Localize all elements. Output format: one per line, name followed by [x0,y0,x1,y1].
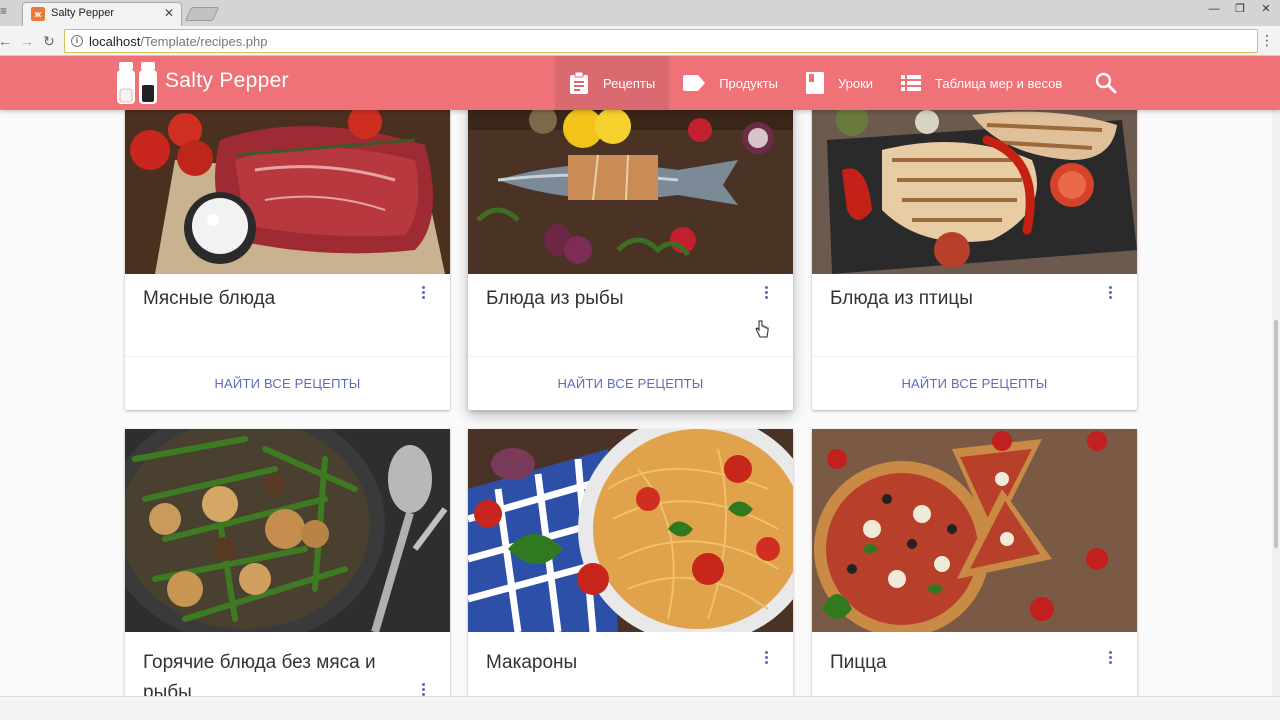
card-title: Горячие блюда без мяса и рыбы [143,652,376,696]
restore-icon[interactable]: ❐ [1232,2,1248,16]
card-divider [125,356,450,357]
category-card-pizza[interactable]: Пицца [812,429,1137,696]
nav-label-measures: Таблица мер и весов [935,75,1063,91]
card-title: Макароны [486,652,578,673]
nav-label-lessons: Уроки [837,75,874,91]
category-card-vegetarian[interactable]: Горячие блюда без мяса и рыбы [125,429,450,696]
card-image-poultry[interactable] [812,110,1137,274]
find-all-recipes-link[interactable]: НАЙТИ ВСЕ РЕЦЕПТЫ [812,376,1137,391]
category-card-fish[interactable]: Блюда из рыбы НАЙТИ ВСЕ РЕЦЕПТЫ [468,110,793,410]
window-controls: — ❐ ✕ [1206,2,1274,16]
more-vert-icon[interactable] [761,651,771,667]
find-all-recipes-link[interactable]: НАЙТИ ВСЕ РЕЦЕПТЫ [125,376,450,391]
close-tab-icon[interactable]: ✕ [164,6,174,20]
nav-item-recipes[interactable]: Рецепты [555,56,670,110]
card-image-fish[interactable] [468,110,793,274]
nav-item-measures[interactable]: Таблица мер и весов [887,56,1076,110]
list-table-icon [901,75,922,91]
address-bar[interactable]: i localhost/Template/recipes.php [64,29,1258,53]
new-tab-button[interactable] [184,7,220,21]
clipboard-icon [569,72,589,94]
hand-cursor-icon [755,320,769,338]
card-title: Блюда из птицы [830,288,973,309]
nav-item-lessons[interactable]: Уроки [792,56,887,110]
card-divider [812,356,1137,357]
card-title: Мясные блюда [143,288,276,309]
card-title: Пицца [830,652,887,673]
url-path: /Template/recipes.php [140,34,268,49]
nav-item-products[interactable]: Продукты [669,56,792,110]
recipes-page: Мясные блюда НАЙТИ ВСЕ РЕЦЕПТЫ Блюда из … [0,110,1272,696]
salt-pepper-logo-icon[interactable] [114,59,160,107]
more-vert-icon[interactable] [418,683,428,696]
card-image-pasta[interactable] [468,429,793,632]
card-image-meat[interactable] [125,110,450,274]
url-text: localhost/Template/recipes.php [89,34,268,49]
minimize-icon[interactable]: — [1206,2,1222,16]
browser-tabstrip: ≡ ж Salty Pepper ✕ — ❐ ✕ [0,0,1280,26]
category-card-pasta[interactable]: Макароны [468,429,793,696]
site-header: Salty Pepper Рецепты Продукты Уроки Табл… [0,56,1280,110]
xampp-favicon-icon: ж [31,7,45,21]
window-bottom-edge [0,696,1280,720]
url-host: localhost [89,34,141,49]
more-vert-icon[interactable] [418,286,428,302]
more-vert-icon[interactable] [761,286,771,302]
brand-name[interactable]: Salty Pepper [165,69,289,93]
card-divider [468,356,793,357]
tab-title: Salty Pepper [51,7,114,19]
card-title: Блюда из рыбы [486,288,624,309]
reload-icon[interactable]: ↻ [40,32,58,50]
main-nav: Рецепты Продукты Уроки Таблица мер и вес… [555,56,1076,110]
page-scrollbar-thumb[interactable] [1274,320,1278,548]
card-image-vegetarian[interactable] [125,429,450,632]
more-vert-icon[interactable] [1105,286,1115,302]
browser-tab[interactable]: ж Salty Pepper ✕ [22,2,182,26]
forward-arrow-icon[interactable]: → [18,32,36,50]
search-icon[interactable] [1094,71,1118,95]
browser-menu-icon[interactable]: ⋮ [1260,32,1274,49]
category-card-meat[interactable]: Мясные блюда НАЙТИ ВСЕ РЕЦЕПТЫ [125,110,450,410]
info-icon[interactable]: i [71,35,83,47]
window-menu-icon[interactable]: ≡ [0,4,10,18]
card-image-pizza[interactable] [812,429,1137,632]
nav-label-products: Продукты [719,75,778,91]
book-icon [805,72,824,94]
back-arrow-icon[interactable]: ← [0,32,14,50]
label-tag-icon [683,75,706,91]
more-vert-icon[interactable] [1105,651,1115,667]
browser-toolbar: ← → ↻ i localhost/Template/recipes.php ⋮ [0,26,1280,56]
close-window-icon[interactable]: ✕ [1258,2,1274,16]
category-card-poultry[interactable]: Блюда из птицы НАЙТИ ВСЕ РЕЦЕПТЫ [812,110,1137,410]
find-all-recipes-link[interactable]: НАЙТИ ВСЕ РЕЦЕПТЫ [468,376,793,391]
nav-label-recipes: Рецепты [603,75,656,91]
